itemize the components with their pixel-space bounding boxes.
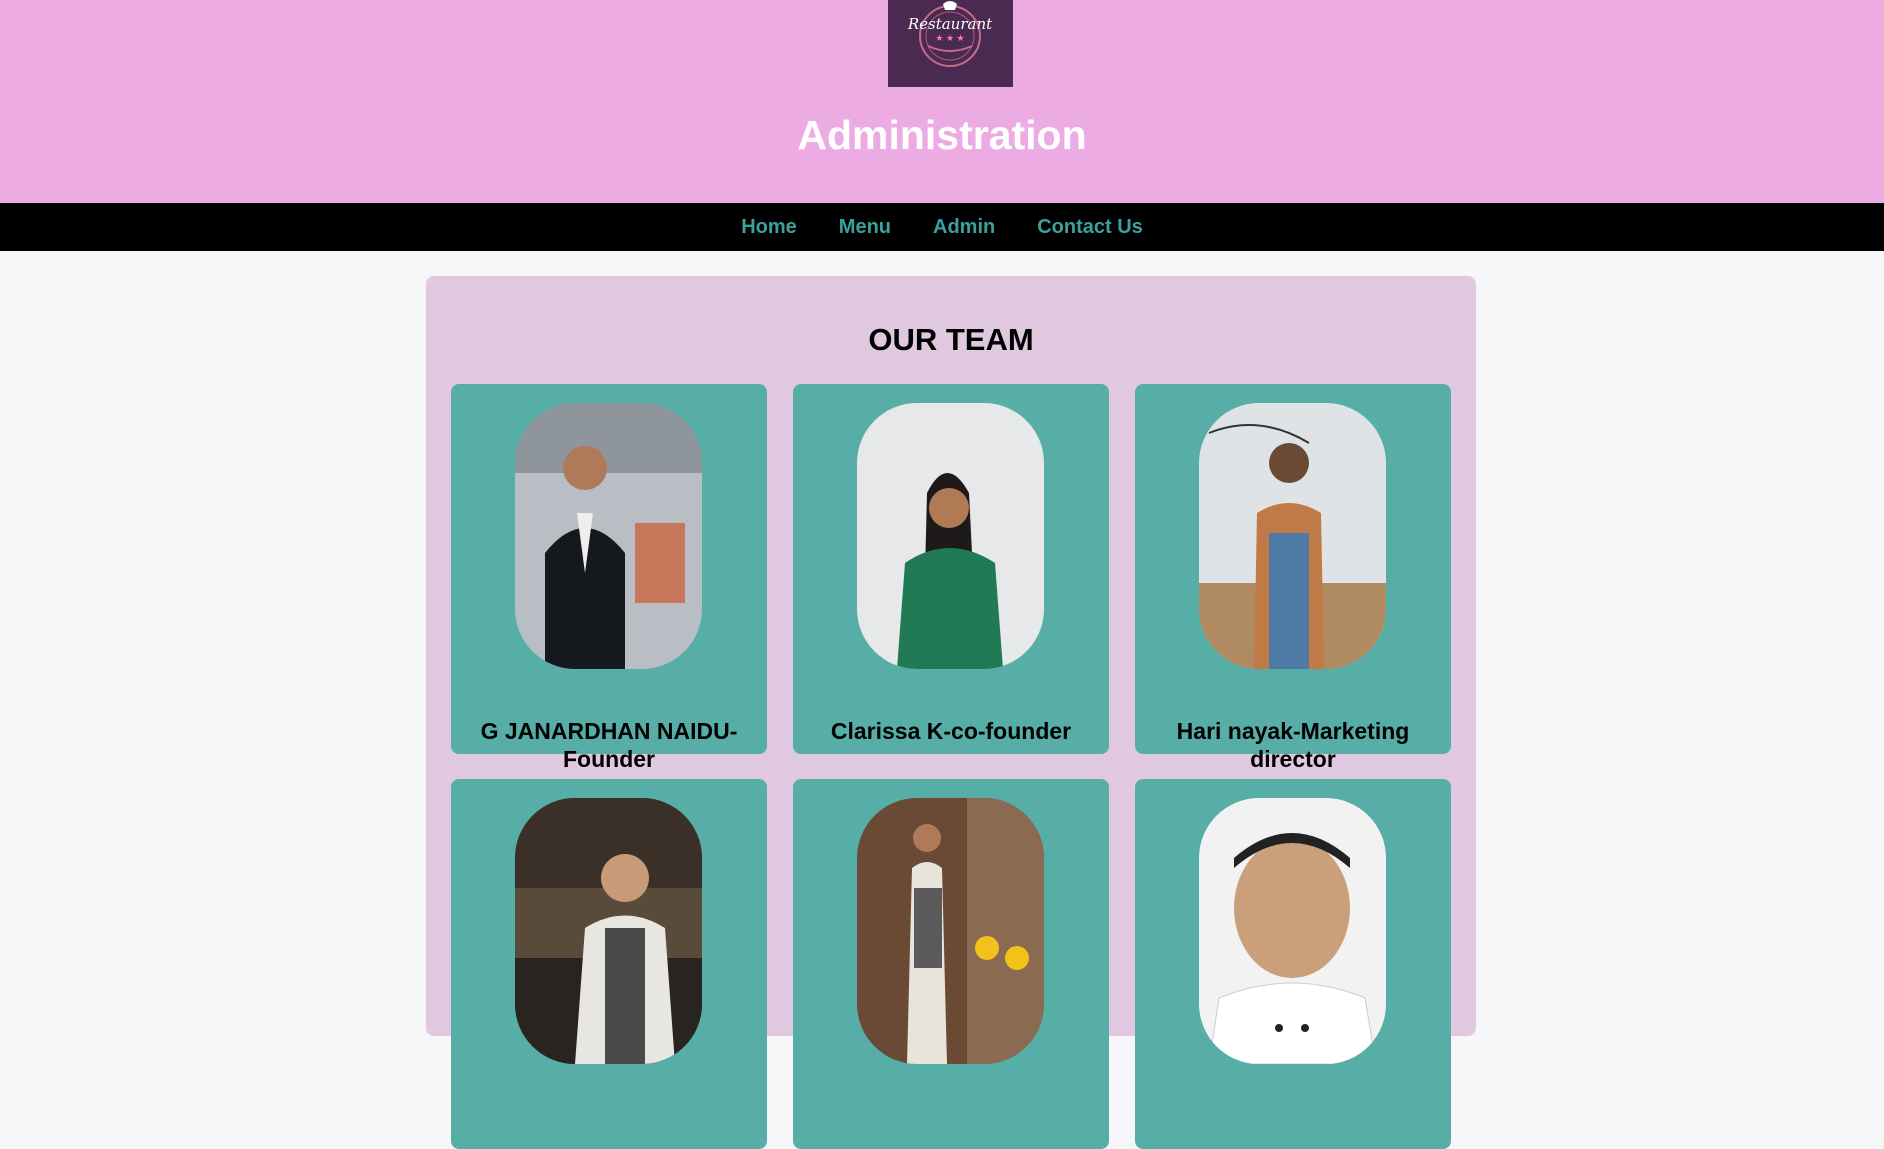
team-name-1: G JANARDHAN NAIDU-Founder bbox=[480, 718, 738, 772]
main-nav: Home Menu Admin Contact Us bbox=[0, 203, 1884, 251]
team-photo-2 bbox=[857, 403, 1044, 669]
team-name-3: Hari nayak-Marketing director bbox=[1176, 718, 1410, 772]
team-photo-1 bbox=[515, 403, 702, 669]
team-panel: OUR TEAM G JANARDHAN NAIDU-Founder Clari bbox=[426, 276, 1476, 1149]
site-header: Restaurant ★ ★ ★ Administration bbox=[0, 0, 1884, 203]
restaurant-logo[interactable]: Restaurant ★ ★ ★ bbox=[888, 0, 1013, 87]
nav-contact-link[interactable]: Contact Us bbox=[1037, 216, 1143, 239]
team-name-2: Clarissa K-co-founder bbox=[830, 718, 1072, 744]
team-photo-6 bbox=[1199, 798, 1386, 1064]
nav-admin-link[interactable]: Admin bbox=[933, 216, 995, 239]
team-photo-5 bbox=[857, 798, 1044, 1064]
logo-wordmark: Restaurant bbox=[907, 15, 993, 33]
nav-home-link[interactable]: Home bbox=[741, 216, 797, 239]
svg-text:★ ★ ★: ★ ★ ★ bbox=[935, 33, 964, 43]
team-card-3: Hari nayak-Marketing director bbox=[1135, 384, 1451, 772]
nav-menu-link[interactable]: Menu bbox=[839, 216, 891, 239]
team-card-4 bbox=[451, 779, 767, 1149]
team-photo-3 bbox=[1199, 403, 1386, 669]
team-card-5 bbox=[793, 779, 1109, 1149]
team-card-6 bbox=[1135, 779, 1451, 1149]
team-card-1: G JANARDHAN NAIDU-Founder bbox=[451, 384, 767, 772]
team-photo-4 bbox=[515, 798, 702, 1064]
page-title: Administration bbox=[797, 112, 1087, 158]
team-title: OUR TEAM bbox=[868, 322, 1034, 357]
team-card-2: Clarissa K-co-founder bbox=[793, 384, 1109, 754]
